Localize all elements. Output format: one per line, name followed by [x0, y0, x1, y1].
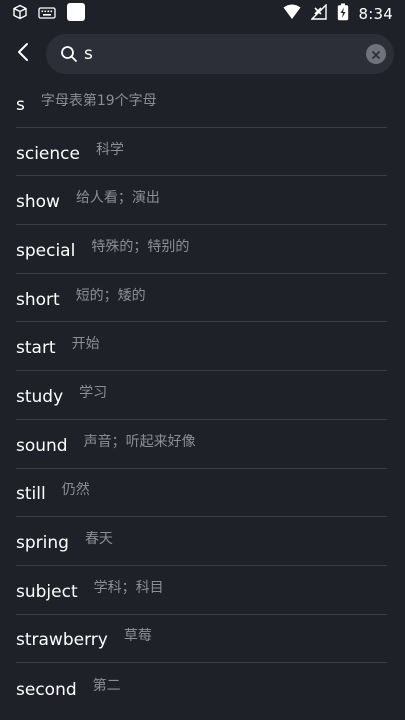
- word-row[interactable]: start 开始: [16, 322, 387, 372]
- word-translation: 科学: [95, 141, 124, 158]
- clear-icon: [371, 45, 381, 64]
- word-row[interactable]: show 给人看；演出: [16, 176, 387, 226]
- word-row[interactable]: s 字母表第19个字母: [16, 79, 387, 128]
- keyboard-icon: [38, 5, 56, 24]
- word-translation: 草莓: [123, 628, 152, 645]
- back-button[interactable]: [8, 38, 38, 70]
- search-input[interactable]: [84, 39, 394, 69]
- word-row[interactable]: science 科学: [16, 128, 387, 177]
- status-right: 8:34: [283, 3, 393, 25]
- word-translation: 春天: [84, 531, 113, 548]
- word-row[interactable]: sound 声音；听起来好像: [16, 420, 387, 469]
- word-english: s: [16, 94, 25, 115]
- word-english: still: [16, 484, 46, 505]
- word-row[interactable]: short 短的；矮的: [16, 274, 387, 323]
- cube-icon: [12, 4, 28, 24]
- word-english: short: [16, 289, 60, 310]
- search-bar: [0, 32, 405, 76]
- word-english: start: [16, 338, 56, 359]
- square-app-icon: [66, 2, 86, 26]
- word-translation: 开始: [71, 336, 100, 353]
- back-arrow-icon: [16, 42, 30, 66]
- word-translation: 仍然: [61, 482, 90, 499]
- no-signal-icon: [309, 3, 327, 24]
- word-row[interactable]: spring 春天: [16, 517, 387, 566]
- word-row[interactable]: strawberry 草莓: [16, 615, 387, 664]
- wifi-icon: [283, 4, 301, 24]
- search-icon: [60, 45, 78, 63]
- word-row[interactable]: special 特殊的；特别的: [16, 225, 387, 274]
- search-box[interactable]: [46, 34, 394, 74]
- word-translation: 学科；科目: [93, 579, 164, 596]
- word-translation: 给人看；演出: [75, 190, 160, 207]
- word-english: subject: [16, 581, 78, 602]
- word-translation: 特殊的；特别的: [91, 238, 190, 255]
- word-english: second: [16, 679, 77, 700]
- word-row[interactable]: still 仍然: [16, 469, 387, 518]
- word-row[interactable]: study 学习: [16, 371, 387, 420]
- word-translation: 第二: [92, 677, 121, 694]
- status-bar: 8:34: [0, 0, 405, 28]
- word-english: sound: [16, 435, 68, 456]
- clear-button[interactable]: [366, 44, 386, 64]
- word-row[interactable]: second 第二: [16, 663, 387, 712]
- word-translation: 声音；听起来好像: [83, 433, 196, 450]
- word-english: special: [16, 240, 76, 261]
- word-row[interactable]: subject 学科；科目: [16, 566, 387, 615]
- word-english: study: [16, 386, 64, 407]
- word-list: s 字母表第19个字母 science 科学 show 给人看；演出 speci…: [0, 79, 405, 712]
- battery-charging-icon: [337, 3, 349, 25]
- status-left: [12, 2, 86, 26]
- status-time: 8:34: [358, 5, 393, 23]
- word-english: show: [16, 192, 60, 213]
- word-english: spring: [16, 533, 69, 554]
- word-translation: 字母表第19个字母: [40, 92, 157, 109]
- word-english: science: [16, 143, 80, 164]
- word-translation: 短的；矮的: [75, 287, 146, 304]
- word-english: strawberry: [16, 630, 108, 651]
- word-translation: 学习: [79, 384, 108, 401]
